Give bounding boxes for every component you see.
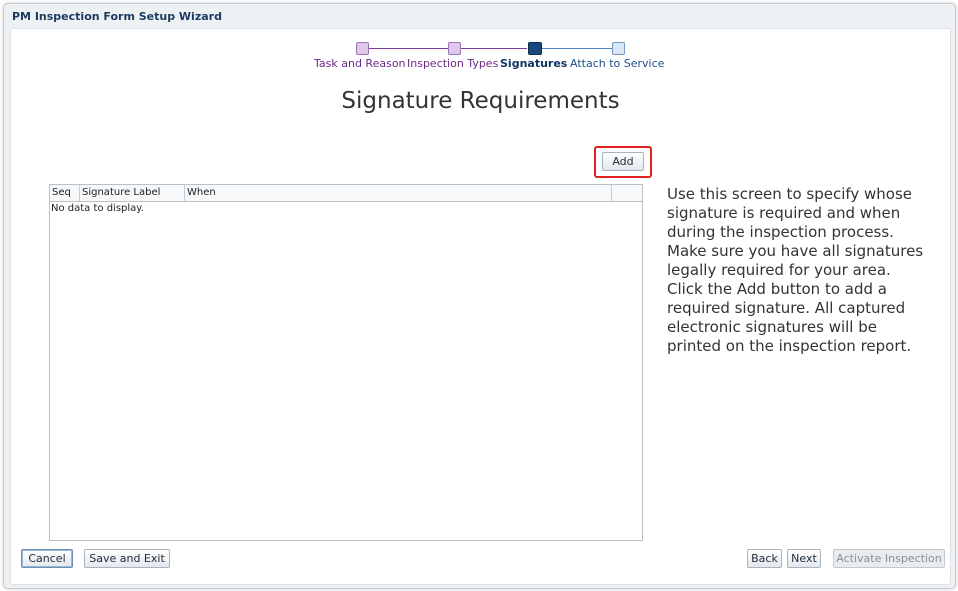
train-stop-inspection-types-icon[interactable] [448,42,461,55]
train-stop-attach-to-service-icon[interactable] [612,42,625,55]
train-label-signatures: Signatures [500,57,568,70]
cancel-button[interactable]: Cancel [21,549,73,568]
wizard-content: Task and Reason Inspection Types Signatu… [10,28,951,585]
empty-table-message: No data to display. [51,203,144,214]
add-button-highlight: Add [594,146,652,178]
train-connector [369,48,448,49]
next-button[interactable]: Next [787,549,821,568]
back-button[interactable]: Back [747,549,782,568]
column-header-seq[interactable]: Seq [50,185,80,201]
table-header: Seq Signature Label When [50,185,642,202]
column-header-spacer [612,185,642,201]
add-button[interactable]: Add [602,152,644,171]
signature-table: Seq Signature Label When No data to disp… [49,184,643,541]
train-connector [542,48,612,49]
dialog-title: PM Inspection Form Setup Wizard [12,10,222,23]
train-stop-signatures-icon [528,42,542,55]
activate-inspection-button[interactable]: Activate Inspection [833,549,945,568]
train-label-attach-to-service[interactable]: Attach to Service [570,57,664,70]
wizard-train: Task and Reason Inspection Types Signatu… [11,29,950,79]
column-header-signature-label[interactable]: Signature Label [80,185,185,201]
train-label-task-and-reason[interactable]: Task and Reason [314,57,406,70]
save-and-exit-button[interactable]: Save and Exit [84,549,170,568]
wizard-dialog: PM Inspection Form Setup Wizard Task and… [3,3,956,589]
train-connector [461,48,527,49]
train-stop-task-and-reason-icon[interactable] [356,42,369,55]
train-label-inspection-types[interactable]: Inspection Types [407,57,498,70]
page-title: Signature Requirements [341,88,620,114]
help-text: Use this screen to specify whose signatu… [667,185,924,355]
column-header-when[interactable]: When [185,185,612,201]
